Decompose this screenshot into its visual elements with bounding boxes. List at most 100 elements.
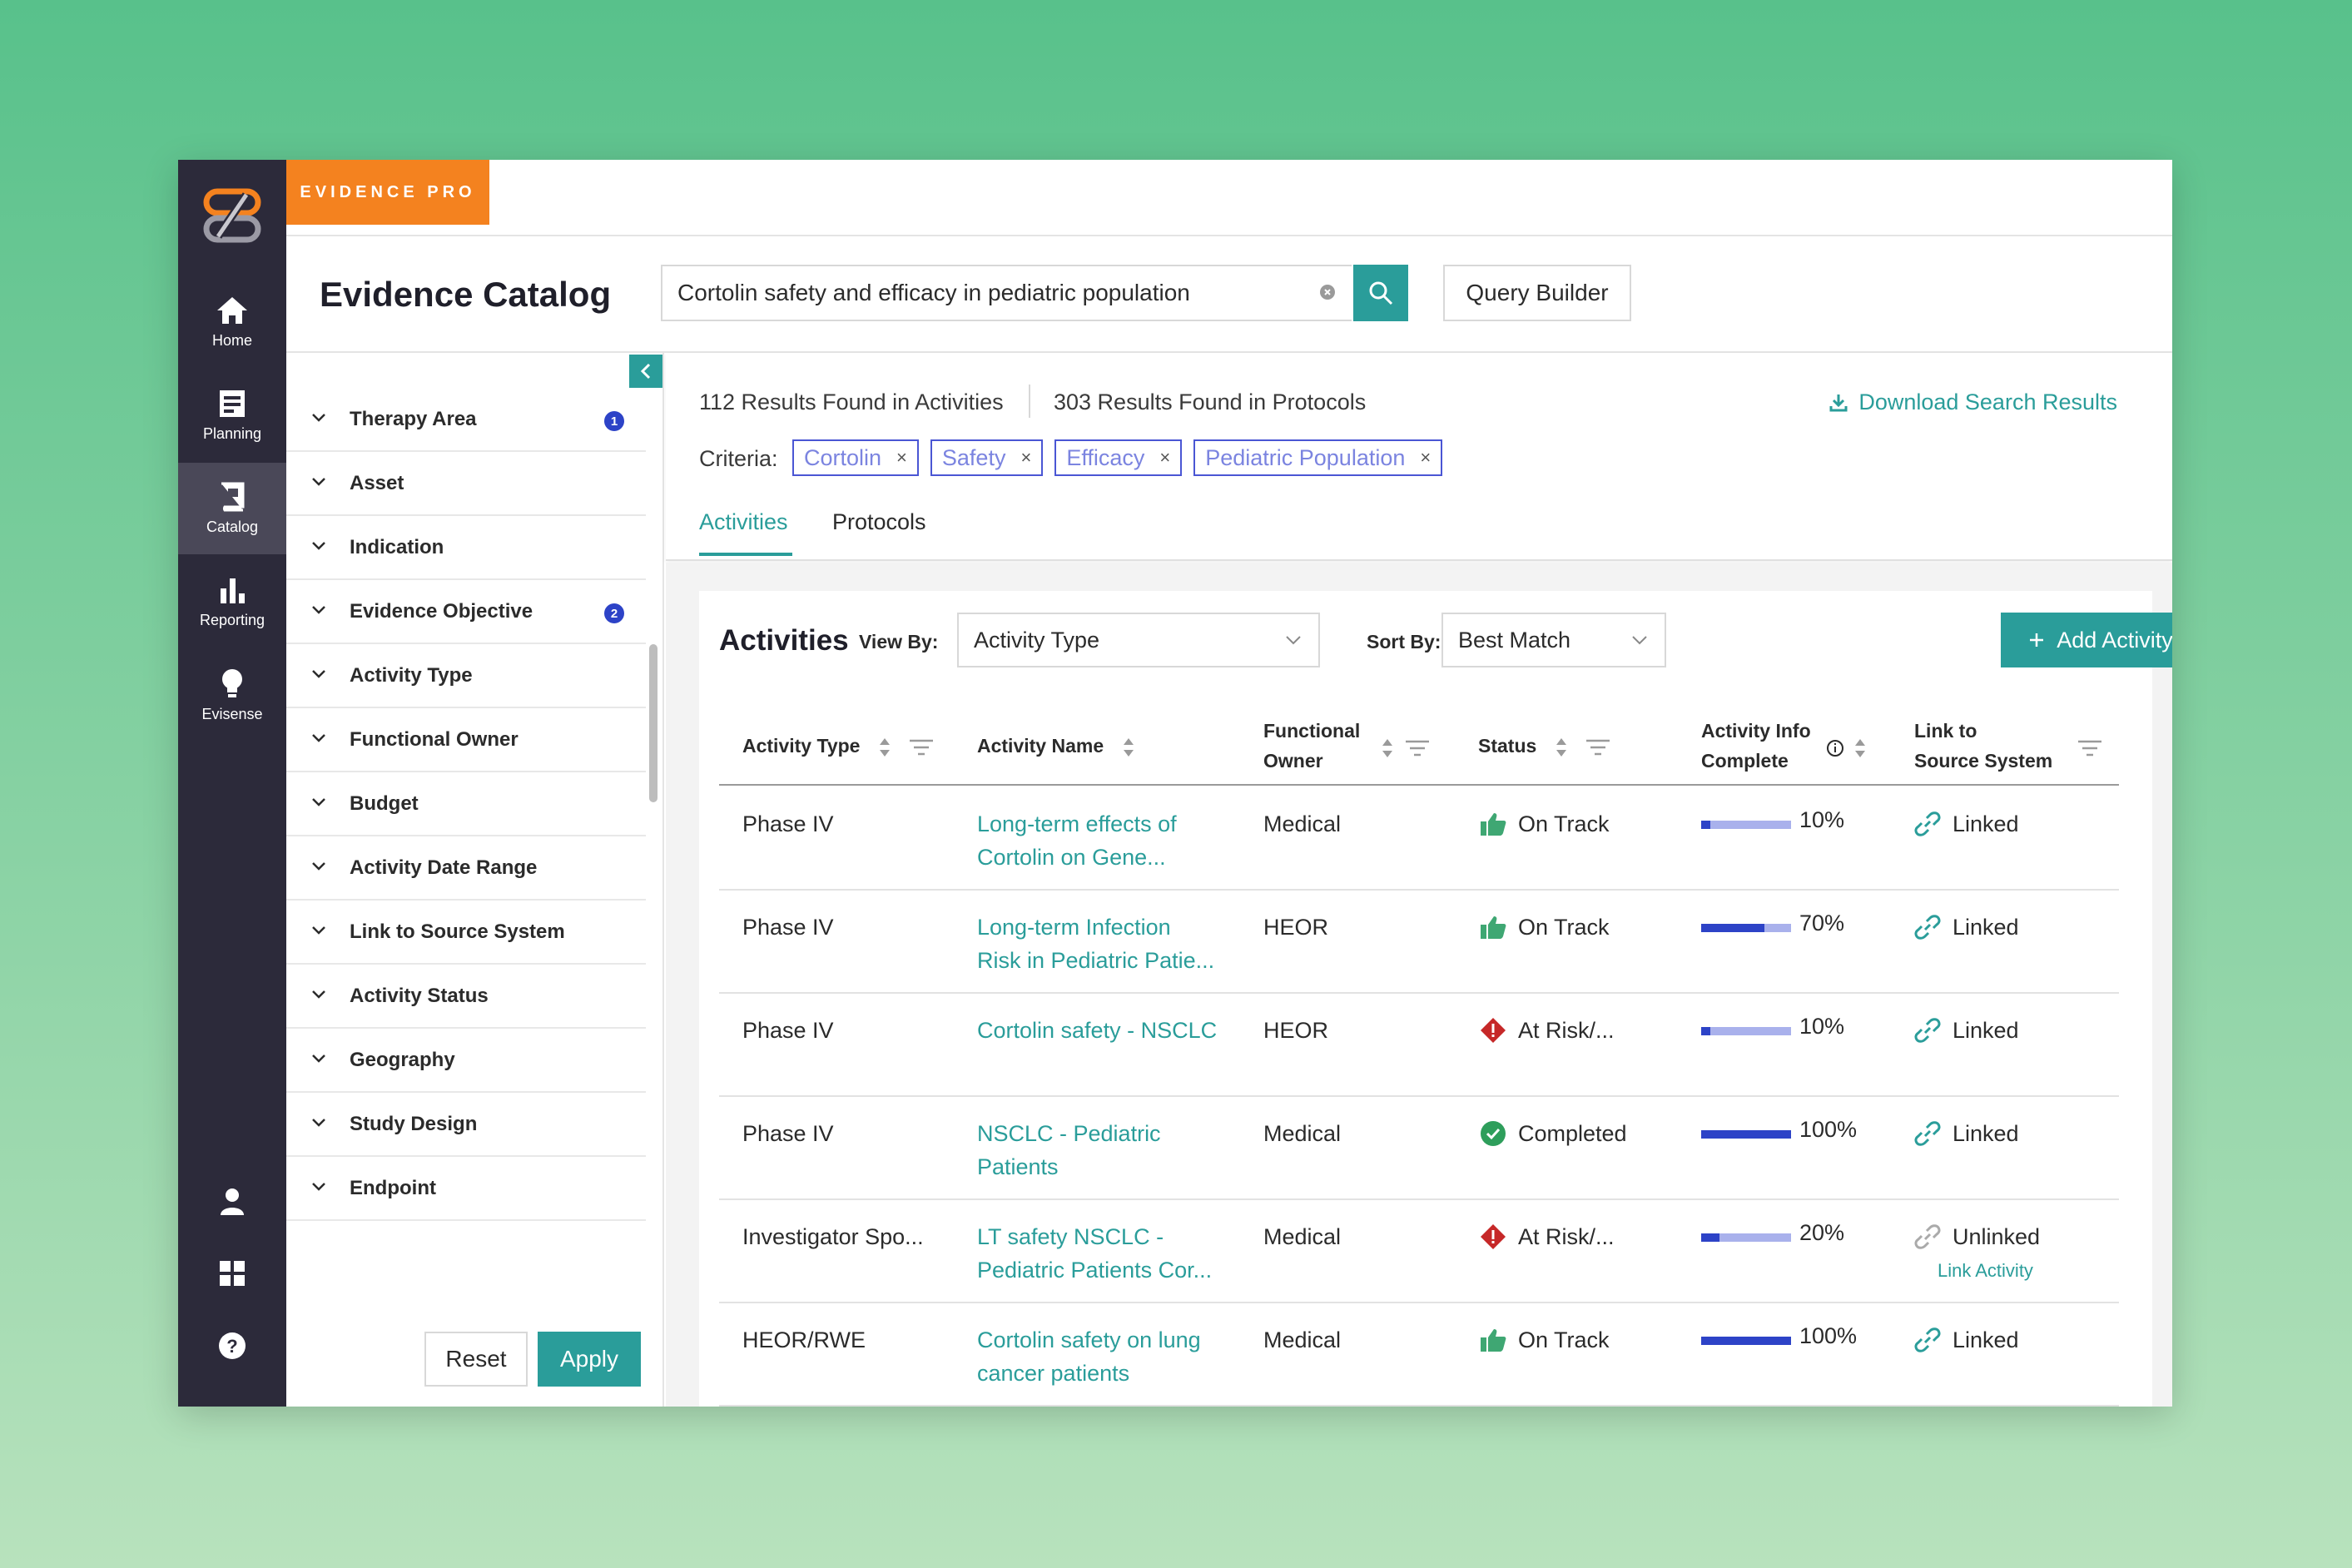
filter-scrollbar[interactable]	[649, 644, 657, 802]
filter-label: Asset	[350, 471, 404, 494]
nav-home[interactable]: Home	[178, 276, 286, 368]
table-row[interactable]: Phase IV Long-term Infection Risk in Pedia…	[719, 891, 2119, 994]
col-functional-owner[interactable]: Functional Owner	[1263, 716, 1360, 776]
collapse-panel-button[interactable]	[629, 355, 662, 388]
activity-name-link[interactable]: Long-term Infection Risk in Pediatric Pat…	[977, 911, 1227, 977]
table-row[interactable]: Phase IV Cortolin safety - NSCLC HEOR At Ri…	[719, 994, 2119, 1097]
filter-item[interactable]: Activity Status	[286, 965, 646, 1029]
download-results-link[interactable]: Download Search Results	[1829, 390, 2117, 415]
functional-owner-cell: Medical	[1263, 1224, 1342, 1249]
remove-chip-icon[interactable]: ×	[1020, 447, 1031, 469]
filter-item[interactable]: Link to Source System	[286, 901, 646, 965]
thumbs-up-icon	[1481, 1329, 1506, 1352]
header-divider	[719, 784, 2119, 786]
sort-icon[interactable]	[1853, 737, 1868, 759]
chevron-down-icon	[312, 670, 325, 678]
criteria-chip[interactable]: Efficacy ×	[1054, 439, 1183, 476]
filter-icon[interactable]	[2077, 739, 2102, 757]
filter-item[interactable]: Budget	[286, 772, 646, 836]
nav-reporting[interactable]: Reporting	[178, 556, 286, 648]
filter-item[interactable]: Study Design	[286, 1093, 646, 1157]
link-status-cell: Unlinked	[1914, 1220, 2040, 1253]
apply-button[interactable]: Apply	[538, 1332, 641, 1387]
nav-planning[interactable]: Planning	[178, 370, 286, 461]
tab-activities[interactable]: Activities	[699, 509, 788, 535]
info-icon[interactable]	[1826, 739, 1844, 757]
activities-result-count: 112 Results Found in Activities	[699, 390, 1004, 414]
link-status-cell: Linked	[1914, 911, 2019, 944]
clear-search-icon[interactable]	[1320, 285, 1335, 300]
filter-item[interactable]: Activity Date Range	[286, 836, 646, 901]
link-activity-link[interactable]: Link Activity	[1938, 1260, 2033, 1282]
sort-by-select[interactable]: Best Match	[1441, 613, 1666, 667]
criteria-chip[interactable]: Pediatric Population ×	[1193, 439, 1443, 476]
remove-chip-icon[interactable]: ×	[1420, 447, 1431, 469]
tab-protocols[interactable]: Protocols	[832, 509, 926, 535]
filter-item[interactable]: Endpoint	[286, 1157, 646, 1221]
filter-item[interactable]: Evidence Objective 2	[286, 580, 646, 644]
completion-progress-bar	[1701, 924, 1791, 932]
col-link-source-label-1: Link to	[1914, 720, 1977, 742]
completion-progress-bar	[1701, 1130, 1791, 1139]
nav-catalog[interactable]: Catalog	[178, 463, 286, 554]
filter-icon[interactable]	[1585, 738, 1610, 757]
activity-name-link[interactable]: Cortolin safety - NSCLC	[977, 1014, 1227, 1047]
user-button[interactable]	[178, 1187, 286, 1217]
sort-icon[interactable]	[1121, 737, 1136, 758]
app-logo[interactable]	[203, 186, 261, 245]
remove-chip-icon[interactable]: ×	[896, 447, 907, 469]
activities-card: Activities View By: Activity Type Sort B…	[699, 591, 2172, 1407]
nav-evisense[interactable]: Evisense	[178, 649, 286, 741]
filter-icon[interactable]	[909, 738, 934, 757]
view-by-select[interactable]: Activity Type	[957, 613, 1320, 667]
app-window: Home Planning Catalog Reporting Evisense…	[178, 160, 2172, 1407]
criteria-chip[interactable]: Cortolin ×	[792, 439, 919, 476]
col-activity-type[interactable]: Activity Type	[742, 731, 934, 761]
col-activity-name[interactable]: Activity Name	[977, 731, 1136, 761]
query-builder-button[interactable]: Query Builder	[1443, 265, 1631, 321]
filter-panel: Therapy Area 1 Asset Indication Evidence Obj…	[286, 353, 664, 1407]
filter-item[interactable]: Indication	[286, 516, 646, 580]
activity-name-link[interactable]: Long-term effects of Cortolin on Gene...	[977, 807, 1227, 874]
activity-type-cell: HEOR/RWE	[742, 1327, 866, 1352]
filter-item[interactable]: Asset	[286, 452, 646, 516]
activity-name-line-1: Long-term effects of	[977, 811, 1177, 836]
sort-icon[interactable]	[877, 737, 892, 758]
apps-button[interactable]	[178, 1260, 286, 1287]
filter-item[interactable]: Therapy Area 1	[286, 388, 646, 452]
reset-button[interactable]: Reset	[424, 1332, 528, 1387]
col-info-complete[interactable]: Activity Info Complete	[1701, 716, 1811, 776]
filter-item[interactable]: Geography	[286, 1029, 646, 1093]
functional-owner-cell: Medical	[1263, 1327, 1342, 1352]
filter-item[interactable]: Activity Type	[286, 644, 646, 708]
filter-count-badge: 2	[604, 603, 624, 623]
activity-name-link[interactable]: Cortolin safety on lung cancer patients	[977, 1323, 1227, 1390]
col-status[interactable]: Status	[1478, 731, 1610, 761]
help-button[interactable]: ?	[178, 1332, 286, 1360]
activity-name-link[interactable]: NSCLC - Pediatric Patients	[977, 1117, 1227, 1183]
table-row[interactable]: Phase IV Long-term effects of Cortolin on …	[719, 787, 2119, 891]
sort-icon[interactable]	[1380, 737, 1395, 759]
search-input[interactable]: Cortolin safety and efficacy in pediatri…	[661, 265, 1352, 321]
col-link-source[interactable]: Link to Source System	[1914, 716, 2052, 776]
link-status-label: Linked	[1953, 1327, 2019, 1352]
chevron-down-icon	[312, 926, 325, 935]
download-icon	[1829, 394, 1848, 411]
filter-icon[interactable]	[1405, 739, 1430, 757]
criteria-chip[interactable]: Safety ×	[930, 439, 1044, 476]
sort-icon[interactable]	[1554, 737, 1569, 758]
completion-percent: 100%	[1799, 1117, 1858, 1142]
activity-name-line-2: Cortolin on Gene...	[977, 845, 1166, 870]
activity-type-cell: Phase IV	[742, 811, 834, 836]
table-row[interactable]: Investigator Spo... LT safety NSCLC - Pedi…	[719, 1200, 2119, 1303]
remove-chip-icon[interactable]: ×	[1159, 447, 1170, 469]
table-row[interactable]: HEOR/RWE Cortolin safety on lung cancer pa…	[719, 1303, 2119, 1407]
filter-item[interactable]: Functional Owner	[286, 708, 646, 772]
search-button[interactable]	[1353, 265, 1408, 321]
chip-label: Safety	[941, 444, 1006, 470]
table-row[interactable]: Phase IV NSCLC - Pediatric Patients Medical…	[719, 1097, 2119, 1200]
activity-name-link[interactable]: LT safety NSCLC - Pediatric Patients Cor.…	[977, 1220, 1227, 1287]
planning-icon	[220, 390, 245, 417]
book-icon	[221, 482, 245, 511]
add-activity-button[interactable]: Add Activity	[2001, 613, 2172, 667]
